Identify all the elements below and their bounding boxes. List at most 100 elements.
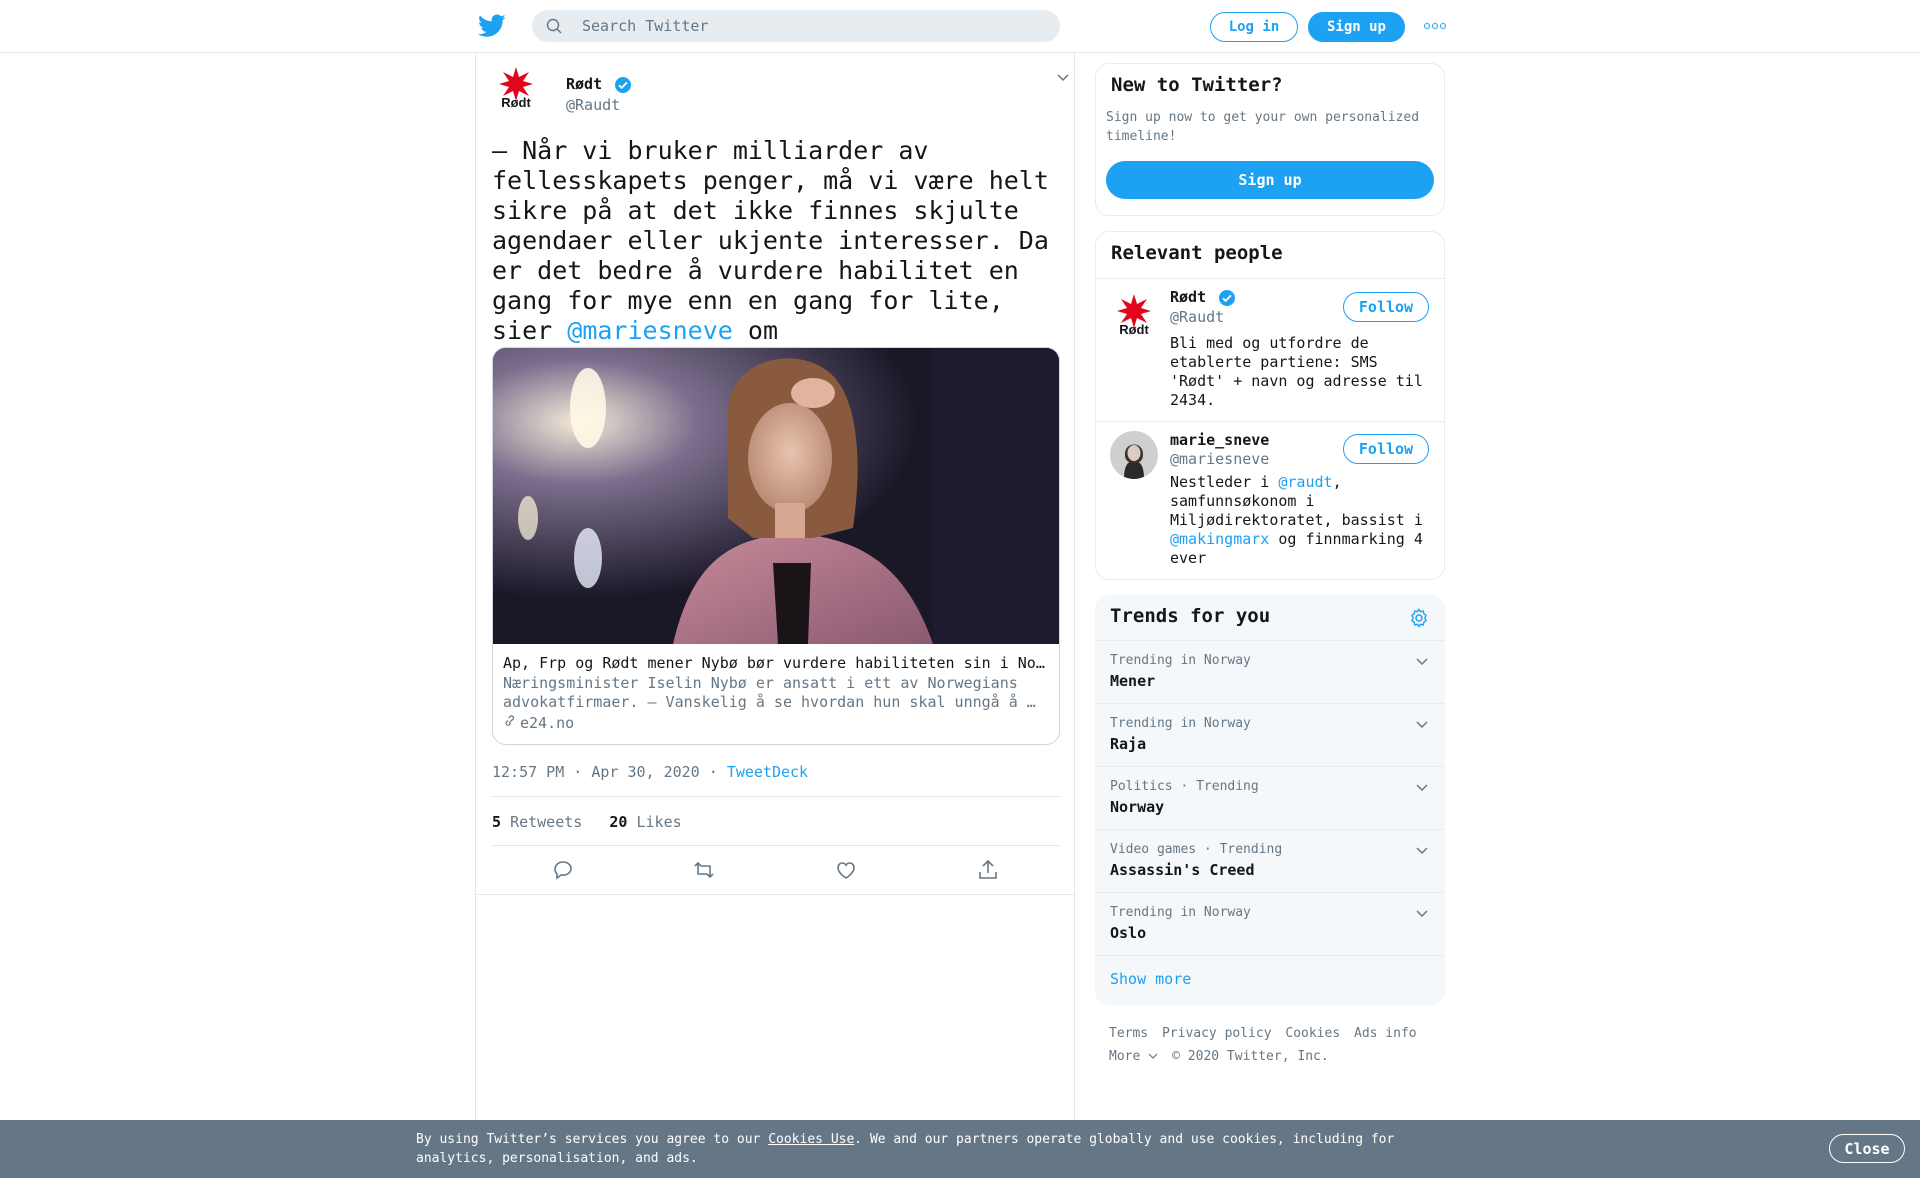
- trend-name: Assassin's Creed: [1110, 861, 1255, 879]
- trend-context: Trending in Norway: [1110, 653, 1251, 668]
- trend-name: Raja: [1110, 735, 1147, 753]
- chevron-down-icon[interactable]: [1415, 909, 1429, 919]
- footer-link-privacy[interactable]: Privacy policy: [1162, 1026, 1272, 1041]
- trend-item[interactable]: Politics · Trending Norway: [1095, 766, 1445, 829]
- card-title[interactable]: Ap, Frp og Rødt mener Nybø bør vurdere h…: [503, 654, 1053, 672]
- main-column: Rødt Rødt @Raudt – Når vi bruker milliar…: [475, 53, 1075, 1120]
- chevron-down-icon[interactable]: [1415, 783, 1429, 793]
- person-photo-icon: [1110, 431, 1158, 479]
- trend-item[interactable]: Trending in Norway Raja: [1095, 703, 1445, 766]
- search-box[interactable]: [532, 10, 1060, 42]
- person-name[interactable]: marie_sneve: [1170, 431, 1269, 449]
- divider: [492, 845, 1060, 846]
- more-dots-icon[interactable]: [1424, 18, 1446, 34]
- like-icon[interactable]: [834, 858, 858, 882]
- chevron-down-icon[interactable]: [1056, 73, 1070, 83]
- gear-icon[interactable]: [1408, 607, 1430, 629]
- avatar[interactable]: [1110, 431, 1158, 479]
- tweet-author-handle[interactable]: @Raudt: [566, 96, 620, 114]
- person-handle[interactable]: @mariesneve: [1170, 450, 1269, 468]
- retweets-count: 5: [492, 813, 502, 831]
- person-name[interactable]: Rødt: [1170, 288, 1236, 307]
- avatar[interactable]: Rødt: [1110, 290, 1158, 338]
- tweet-timestamp[interactable]: 12:57 PM · Apr 30, 2020: [492, 763, 700, 781]
- link-card[interactable]: Ap, Frp og Rødt mener Nybø bør vurdere h…: [492, 347, 1060, 745]
- trends-title: Trends for you: [1110, 605, 1271, 627]
- card-domain-text: e24.no: [520, 714, 575, 732]
- cookie-text: By using Twitter’s services you agree to…: [416, 1130, 1416, 1168]
- bio-text: Nestleder i: [1170, 473, 1279, 491]
- retweets-stat[interactable]: 5 Retweets: [492, 813, 582, 831]
- trend-item[interactable]: Trending in Norway Mener: [1095, 640, 1445, 703]
- footer-link-cookies[interactable]: Cookies: [1285, 1026, 1340, 1041]
- show-more-link[interactable]: Show more: [1110, 970, 1191, 988]
- tweet-actions: [492, 858, 1060, 906]
- footer-links: Terms Privacy policy Cookies Ads info Mo…: [1109, 1022, 1439, 1068]
- mention-link[interactable]: @mariesneve: [567, 316, 733, 345]
- signup-panel: New to Twitter? Sign up now to get your …: [1095, 63, 1445, 216]
- top-bar: Log in Sign up: [0, 0, 1920, 53]
- signup-button[interactable]: Sign up: [1308, 12, 1405, 42]
- follow-button[interactable]: Follow: [1343, 292, 1429, 322]
- mention-link[interactable]: @raudt: [1278, 473, 1332, 491]
- card-description: Næringsminister Iselin Nybø er ansatt i …: [503, 674, 1036, 711]
- rodt-logo-icon: Rødt: [499, 67, 533, 110]
- mention-link[interactable]: @makingmarx: [1170, 530, 1269, 548]
- divider: [476, 894, 1074, 895]
- svg-text:Rødt: Rødt: [501, 95, 531, 110]
- cookie-text-before: By using Twitter’s services you agree to…: [416, 1132, 769, 1147]
- avatar[interactable]: Rødt: [492, 63, 540, 111]
- search-icon: [546, 18, 562, 34]
- trend-context: Trending in Norway: [1110, 716, 1251, 731]
- trend-context: Politics · Trending: [1110, 779, 1259, 794]
- likes-count: 20: [609, 813, 628, 831]
- chevron-down-icon[interactable]: [1415, 846, 1429, 856]
- tweet-text: – Når vi bruker milliarder av fellesskap…: [492, 136, 1062, 376]
- link-icon: [505, 715, 514, 726]
- signup-panel-title: New to Twitter?: [1111, 74, 1283, 96]
- follow-button[interactable]: Follow: [1343, 434, 1429, 464]
- trend-name: Norway: [1110, 798, 1165, 816]
- person-item[interactable]: marie_sneve @mariesneve Follow Nestleder…: [1096, 421, 1444, 579]
- relevant-people-panel: Relevant people Rødt Rødt @Raudt Follow …: [1095, 231, 1445, 580]
- trend-name: Oslo: [1110, 924, 1147, 942]
- retweet-icon[interactable]: [692, 858, 716, 882]
- show-more-row[interactable]: Show more: [1095, 955, 1445, 1005]
- relevant-people-title: Relevant people: [1111, 242, 1283, 264]
- share-icon[interactable]: [976, 858, 1000, 882]
- signup-panel-button[interactable]: Sign up: [1106, 161, 1434, 199]
- login-button[interactable]: Log in: [1210, 12, 1298, 42]
- tweet-text-main: – Når vi bruker milliarder av fellesskap…: [492, 136, 1049, 345]
- footer-more[interactable]: More: [1109, 1049, 1158, 1064]
- meta-separator: ·: [708, 763, 718, 781]
- trend-item[interactable]: Trending in Norway Oslo: [1095, 892, 1445, 955]
- search-input[interactable]: [582, 10, 1042, 42]
- footer-more-label: More: [1109, 1049, 1141, 1064]
- tweet-stats: 5 Retweets 20 Likes: [492, 813, 682, 831]
- card-image[interactable]: [493, 348, 1059, 644]
- trend-context: Video games · Trending: [1110, 842, 1283, 857]
- twitter-logo-icon[interactable]: [478, 14, 506, 38]
- chevron-down-icon[interactable]: [1415, 720, 1429, 730]
- person-name-text: Rødt: [1170, 288, 1207, 306]
- likes-stat[interactable]: 20 Likes: [609, 813, 681, 831]
- trend-name: Mener: [1110, 672, 1156, 690]
- tweet-meta: 12:57 PM · Apr 30, 2020 · TweetDeck: [492, 763, 808, 781]
- cookies-use-link[interactable]: Cookies Use: [768, 1132, 854, 1147]
- close-button[interactable]: Close: [1829, 1134, 1905, 1163]
- trend-item[interactable]: Video games · Trending Assassin's Creed: [1095, 829, 1445, 892]
- verified-badge-icon: [615, 76, 632, 93]
- footer-link-terms[interactable]: Terms: [1109, 1026, 1148, 1041]
- person-handle[interactable]: @Raudt: [1170, 308, 1224, 326]
- svg-text:Rødt: Rødt: [1119, 322, 1149, 337]
- footer-link-ads[interactable]: Ads info: [1354, 1026, 1417, 1041]
- card-domain[interactable]: e24.no: [503, 714, 574, 732]
- tweet-author-name[interactable]: Rødt: [566, 75, 632, 94]
- chevron-down-icon[interactable]: [1415, 657, 1429, 667]
- retweets-label: Retweets: [510, 813, 583, 831]
- rodt-logo-icon: Rødt: [1117, 294, 1151, 337]
- author-name-text: Rødt: [566, 75, 603, 93]
- reply-icon[interactable]: [551, 858, 575, 882]
- tweet-source-link[interactable]: TweetDeck: [727, 763, 808, 781]
- divider: [492, 796, 1060, 797]
